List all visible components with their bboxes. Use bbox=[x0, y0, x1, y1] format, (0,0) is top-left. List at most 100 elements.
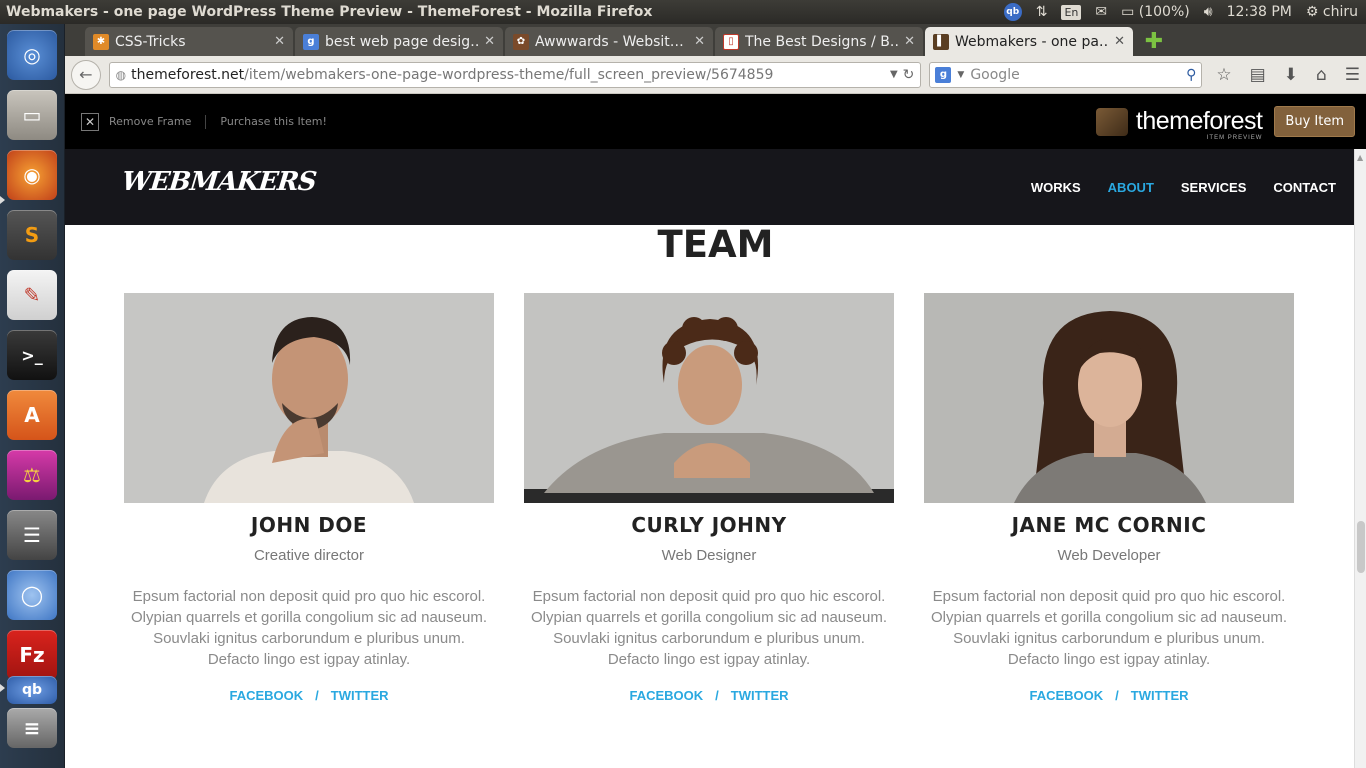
tab-awwwards[interactable]: ✿ Awwwards - Websit… ✕ bbox=[505, 27, 713, 56]
tab-label: CSS-Tricks bbox=[115, 33, 186, 50]
member-role: Web Designer bbox=[661, 547, 757, 564]
remove-frame-link[interactable]: Remove Frame bbox=[109, 115, 191, 128]
bestdesigns-favicon-icon: ▯ bbox=[723, 33, 739, 50]
page-scrollbar[interactable]: ▲ bbox=[1354, 149, 1366, 768]
member-social-links: FACEBOOK / TWITTER bbox=[124, 688, 494, 703]
site-logo[interactable]: WEBMAKERS bbox=[120, 167, 317, 197]
search-bar[interactable]: g ▼ Google ⚲ bbox=[929, 61, 1203, 88]
navigation-toolbar: ← ◍ themeforest.net/item/webmakers-one-p… bbox=[65, 56, 1366, 94]
filezilla-icon[interactable]: Fz bbox=[7, 630, 57, 680]
social-separator: / bbox=[315, 688, 319, 703]
twitter-link[interactable]: TWITTER bbox=[1131, 688, 1189, 703]
themeforest-logo-icon bbox=[1095, 107, 1128, 136]
bookmark-star-icon[interactable]: ☆ bbox=[1216, 65, 1231, 85]
reload-icon[interactable]: ↻ bbox=[903, 67, 915, 83]
google-engine-icon[interactable]: g bbox=[935, 66, 952, 83]
member-social-links: FACEBOOK / TWITTER bbox=[524, 688, 894, 703]
remove-frame-close-icon[interactable]: ✕ bbox=[81, 112, 99, 131]
member-role: Web Developer bbox=[1057, 547, 1161, 564]
chromium-icon[interactable]: ◯ bbox=[7, 570, 57, 620]
dash-home-icon[interactable]: ◎ bbox=[7, 30, 57, 80]
search-input[interactable]: Google bbox=[970, 67, 1180, 83]
qbittorrent-tray-icon[interactable]: qb bbox=[1003, 3, 1022, 21]
running-indicator bbox=[0, 196, 5, 204]
workspace-switcher-icon[interactable]: ☰ bbox=[7, 510, 57, 560]
tab-label: Awwwards - Websit… bbox=[535, 33, 684, 50]
volume-icon[interactable]: 🔊︎ bbox=[1204, 4, 1213, 20]
member-photo bbox=[124, 293, 494, 503]
firefox-icon[interactable]: ◉ bbox=[7, 150, 57, 200]
battery-indicator[interactable]: ▭ (100%) bbox=[1121, 4, 1190, 20]
team-member-card: CURLY JOHNY Web Designer Epsum factorial… bbox=[524, 293, 894, 703]
new-tab-icon[interactable]: ✚ bbox=[1141, 28, 1167, 54]
tab-label: Webmakers - one pa… bbox=[955, 33, 1109, 50]
facebook-link[interactable]: FACEBOOK bbox=[229, 688, 303, 703]
scroll-up-arrow-icon[interactable]: ▲ bbox=[1357, 153, 1363, 162]
member-bio: Epsum factorial non deposit quid pro quo… bbox=[930, 588, 1287, 668]
curly-man-photo bbox=[524, 293, 894, 503]
downloads-icon[interactable]: ⬇ bbox=[1284, 65, 1298, 85]
close-tab-icon[interactable]: ✕ bbox=[694, 34, 705, 49]
nav-services[interactable]: SERVICES bbox=[1181, 180, 1247, 195]
section-title: TEAM bbox=[657, 223, 774, 266]
close-tab-icon[interactable]: ✕ bbox=[484, 34, 495, 49]
close-tab-icon[interactable]: ✕ bbox=[904, 34, 915, 49]
man-thinking-photo bbox=[124, 293, 494, 503]
sublime-text-icon[interactable]: S bbox=[7, 210, 57, 260]
url-bar[interactable]: ◍ themeforest.net/item/webmakers-one-pag… bbox=[108, 61, 922, 88]
tab-best-designs[interactable]: ▯ The Best Designs / B… ✕ bbox=[715, 27, 923, 56]
battery-icon: ▭ bbox=[1121, 4, 1135, 20]
close-tab-icon[interactable]: ✕ bbox=[1114, 34, 1125, 49]
themeforest-logo-text: themeforest bbox=[1135, 107, 1263, 135]
themeforest-logo[interactable]: themeforest ITEM PREVIEW bbox=[1135, 107, 1263, 142]
purchase-link[interactable]: Purchase this Item! bbox=[220, 115, 326, 128]
tab-webmakers[interactable]: ▌ Webmakers - one pa… ✕ bbox=[925, 27, 1133, 56]
keyboard-layout-indicator[interactable]: En bbox=[1061, 4, 1082, 20]
facebook-link[interactable]: FACEBOOK bbox=[629, 688, 703, 703]
qbittorrent-icon[interactable]: qb bbox=[7, 676, 57, 704]
top-panel: Webmakers - one page WordPress Theme Pre… bbox=[0, 0, 1366, 24]
twitter-link[interactable]: TWITTER bbox=[331, 688, 389, 703]
tab-css-tricks[interactable]: ✱ CSS-Tricks ✕ bbox=[85, 27, 293, 56]
social-separator: / bbox=[1115, 688, 1119, 703]
themeforest-preview-bar: ✕ Remove Frame Purchase this Item! theme… bbox=[65, 94, 1366, 149]
asterisk-favicon-icon: ✱ bbox=[93, 33, 109, 50]
member-name: JOHN DOE bbox=[250, 513, 368, 537]
nav-works[interactable]: WORKS bbox=[1031, 180, 1081, 195]
dropdown-arrow-icon[interactable]: ▼ bbox=[890, 69, 898, 80]
trash-icon[interactable]: ≡ bbox=[7, 708, 57, 748]
nav-contact[interactable]: CONTACT bbox=[1273, 180, 1336, 195]
item-preview-label: ITEM PREVIEW bbox=[1206, 135, 1263, 141]
team-member-card: JOHN DOE Creative director Epsum factori… bbox=[124, 293, 494, 703]
clock[interactable]: 12:38 PM bbox=[1227, 4, 1292, 20]
gear-icon: ⚙ bbox=[1305, 4, 1319, 20]
close-tab-icon[interactable]: ✕ bbox=[274, 34, 285, 49]
session-menu[interactable]: ⚙ chiru bbox=[1306, 4, 1358, 20]
facebook-link[interactable]: FACEBOOK bbox=[1029, 688, 1103, 703]
home-icon[interactable]: ⌂ bbox=[1316, 65, 1327, 85]
nav-about[interactable]: ABOUT bbox=[1108, 180, 1154, 195]
files-icon[interactable]: ▭ bbox=[7, 90, 57, 140]
tab-label: The Best Designs / B… bbox=[745, 33, 899, 50]
globe-icon: ◍ bbox=[115, 67, 127, 82]
network-icon[interactable]: ⇅ bbox=[1036, 4, 1048, 20]
tab-google-search[interactable]: g best web page desig… ✕ bbox=[295, 27, 503, 56]
url-host: themeforest.net bbox=[131, 66, 245, 83]
search-icon[interactable]: ⚲ bbox=[1186, 67, 1196, 83]
software-center-icon[interactable]: A bbox=[7, 390, 57, 440]
mail-icon[interactable]: ✉ bbox=[1095, 4, 1107, 20]
scrollbar-thumb[interactable] bbox=[1357, 521, 1365, 573]
search-engine-dropdown-icon[interactable]: ▼ bbox=[957, 70, 964, 80]
scales-app-icon[interactable]: ⚖ bbox=[7, 450, 57, 500]
document-viewer-icon[interactable]: ✎ bbox=[7, 270, 57, 320]
member-role: Creative director bbox=[253, 547, 365, 564]
buy-item-button[interactable]: Buy Item bbox=[1274, 106, 1355, 137]
bookmarks-menu-icon[interactable]: ▤ bbox=[1250, 65, 1266, 85]
back-arrow-icon[interactable]: ← bbox=[71, 59, 101, 90]
twitter-link[interactable]: TWITTER bbox=[731, 688, 789, 703]
site-nav: WORKS ABOUT SERVICES CONTACT bbox=[1031, 180, 1336, 195]
url-path: /item/webmakers-one-page-wordpress-theme… bbox=[244, 66, 774, 83]
menu-icon[interactable]: ☰ bbox=[1345, 65, 1360, 85]
terminal-icon[interactable]: >_ bbox=[7, 330, 57, 380]
system-tray: qb ⇅ En ✉ ▭ (100%) 🔊︎ 12:38 PM ⚙ chiru bbox=[1003, 3, 1366, 21]
